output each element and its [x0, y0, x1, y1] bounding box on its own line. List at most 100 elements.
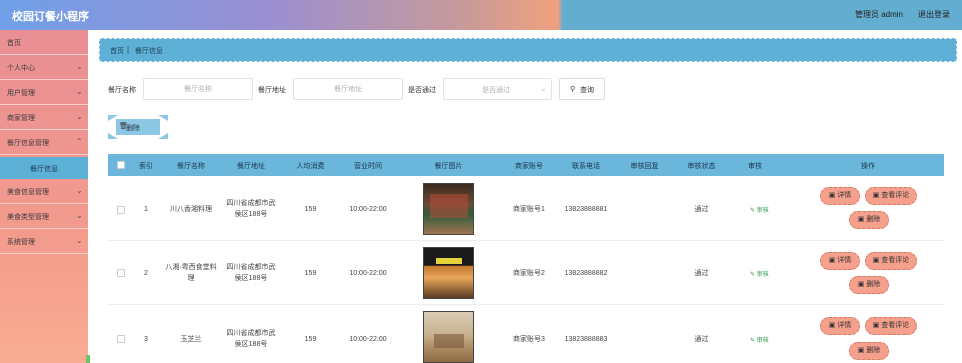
view-review-button[interactable]: ▣ 查看评论 — [865, 187, 917, 205]
col-account: 商家账号 — [515, 163, 543, 170]
query-button-label: 查询 — [580, 87, 594, 94]
detail-label: 详情 — [837, 257, 852, 264]
row-delete-button[interactable]: ▣ 删除 — [849, 342, 889, 360]
scroll-indicator — [86, 355, 90, 363]
view-review-button[interactable]: ▣ 查看评论 — [865, 252, 917, 270]
search-audit-label: 是否通过 — [408, 87, 436, 94]
col-index: 索引 — [139, 163, 153, 170]
sidebar-item-food-types[interactable]: 美食类型管理 ⌄ — [0, 204, 88, 229]
breadcrumb-home[interactable]: 首页 — [110, 46, 124, 56]
col-phone: 联系电话 — [572, 163, 600, 170]
row-delete-label: 删除 — [866, 347, 881, 354]
cell-index: 1 — [144, 206, 148, 213]
table-header: 索引 餐厅名称 餐厅地址 人均消费 营业时间 餐厅图片 商家账号 联系电话 审核… — [108, 154, 944, 176]
corner-decoration — [158, 115, 168, 121]
table-row: 1 川八香湘料理 四川省成都市武侯区188号 159 10:00-22:00 商… — [108, 177, 944, 241]
logout-link[interactable]: 退出登录 — [918, 9, 950, 20]
search-address-label: 餐厅地址 — [258, 87, 286, 94]
cell-status: 通过 — [694, 206, 709, 213]
sidebar-item-label: 美食信息管理 — [7, 189, 49, 196]
chevron-down-icon: ⌄ — [76, 62, 83, 71]
audit-link[interactable]: ✎ 审核 — [750, 269, 769, 278]
cell-name: 八湘·粤西食堂料理 — [165, 264, 217, 282]
cell-name: 川八香湘料理 — [170, 206, 212, 213]
search-name-label: 餐厅名称 — [108, 87, 136, 94]
delete-button-label: 删除 — [126, 125, 140, 132]
chevron-down-icon: ⌄ — [76, 211, 83, 220]
search-name-input[interactable] — [143, 78, 253, 100]
cell-hours: 10:00-22:00 — [349, 336, 387, 343]
table-row: 3 玉芝兰 四川省成都市武侯区188号 159 10:00-22:00 商家账号… — [108, 305, 944, 363]
sidebar-item-users[interactable]: 用户管理 ⌄ — [0, 80, 88, 105]
col-address: 餐厅地址 — [237, 163, 265, 170]
search-address-input[interactable] — [293, 78, 403, 100]
audit-label: 审核 — [756, 208, 769, 214]
col-audit: 审核 — [748, 163, 762, 170]
table-row: 2 八湘·粤西食堂料理 四川省成都市武侯区188号 159 10:00-22:0… — [108, 241, 944, 305]
batch-delete-button[interactable]: 🗑 删除 — [108, 115, 168, 139]
sidebar-item-restaurants[interactable]: 餐厅信息管理 ⌃ — [0, 130, 88, 155]
view-review-label: 查看评论 — [881, 322, 910, 329]
audit-select-placeholder: 是否通过 — [482, 87, 510, 94]
restaurant-image[interactable] — [423, 183, 474, 235]
audit-link[interactable]: ✎ 审核 — [750, 335, 769, 344]
sidebar-subitem-restaurant-info[interactable]: 餐厅信息 — [0, 157, 88, 179]
detail-button[interactable]: ▣ 详情 — [820, 317, 860, 335]
sidebar: 首页 个人中心 ⌄ 用户管理 ⌄ 商家管理 ⌄ 餐厅信息管理 ⌃ 餐厅信息 美食… — [0, 30, 88, 363]
cell-phone: 13823888881 — [564, 206, 608, 213]
cell-avg: 159 — [304, 270, 317, 277]
chevron-up-icon: ⌃ — [76, 137, 83, 146]
col-hours: 营业时间 — [354, 163, 382, 170]
sidebar-item-merchants[interactable]: 商家管理 ⌄ — [0, 105, 88, 130]
app-title: 校园订餐小程序 — [12, 11, 89, 23]
cell-phone: 13823888882 — [564, 270, 608, 277]
col-status: 审核状态 — [687, 163, 716, 170]
chevron-down-icon: ⌄ — [540, 84, 547, 93]
row-delete-button[interactable]: ▣ 删除 — [849, 211, 889, 229]
sidebar-item-label: 餐厅信息管理 — [7, 140, 49, 147]
restaurant-image[interactable] — [423, 311, 474, 363]
cell-avg: 159 — [304, 206, 317, 213]
restaurant-image[interactable] — [423, 247, 474, 299]
corner-decoration — [108, 133, 118, 139]
corner-decoration — [108, 115, 118, 121]
cell-account: 商家账号3 — [513, 336, 545, 343]
cell-hours: 10:00-22:00 — [349, 270, 387, 277]
sidebar-item-home[interactable]: 首页 — [0, 30, 88, 55]
cell-index: 2 — [144, 270, 148, 277]
row-checkbox[interactable] — [117, 335, 125, 343]
view-review-button[interactable]: ▣ 查看评论 — [865, 317, 917, 335]
chevron-down-icon: ⌄ — [76, 87, 83, 96]
audit-link[interactable]: ✎ 审核 — [750, 205, 769, 214]
col-name: 餐厅名称 — [177, 163, 205, 170]
cell-account: 商家账号1 — [513, 206, 545, 213]
col-ops: 操作 — [861, 163, 875, 170]
cell-status: 通过 — [694, 270, 709, 277]
audit-label: 审核 — [756, 272, 769, 278]
sidebar-item-label: 首页 — [7, 40, 21, 47]
select-all-checkbox[interactable] — [117, 161, 125, 169]
top-header: 校园订餐小程序 管理员 admin 退出登录 — [0, 0, 962, 30]
sidebar-item-label: 美食类型管理 — [7, 214, 49, 221]
audit-select[interactable]: 是否通过 ⌄ — [443, 78, 552, 100]
row-checkbox[interactable] — [117, 206, 125, 214]
query-button[interactable]: ⚲ 查询 — [559, 78, 605, 100]
detail-label: 详情 — [837, 322, 852, 329]
sidebar-item-profile[interactable]: 个人中心 ⌄ — [0, 55, 88, 80]
row-delete-label: 删除 — [866, 216, 881, 223]
cell-index: 3 — [144, 336, 148, 343]
detail-button[interactable]: ▣ 详情 — [820, 187, 860, 205]
sidebar-item-system[interactable]: 系统管理 ⌄ — [0, 229, 88, 254]
detail-button[interactable]: ▣ 详情 — [820, 252, 860, 270]
sidebar-item-food[interactable]: 美食信息管理 ⌄ — [0, 179, 88, 204]
col-avg: 人均消费 — [296, 163, 325, 170]
chevron-down-icon: ⌄ — [76, 236, 83, 245]
row-delete-button[interactable]: ▣ 删除 — [849, 276, 889, 294]
row-checkbox[interactable] — [117, 269, 125, 277]
detail-label: 详情 — [837, 192, 852, 199]
audit-label: 审核 — [756, 338, 769, 344]
view-review-label: 查看评论 — [881, 192, 910, 199]
cell-address: 四川省成都市武侯区188号 — [226, 200, 276, 218]
cell-address: 四川省成都市武侯区188号 — [226, 330, 276, 348]
cell-address: 四川省成都市武侯区188号 — [226, 264, 276, 282]
